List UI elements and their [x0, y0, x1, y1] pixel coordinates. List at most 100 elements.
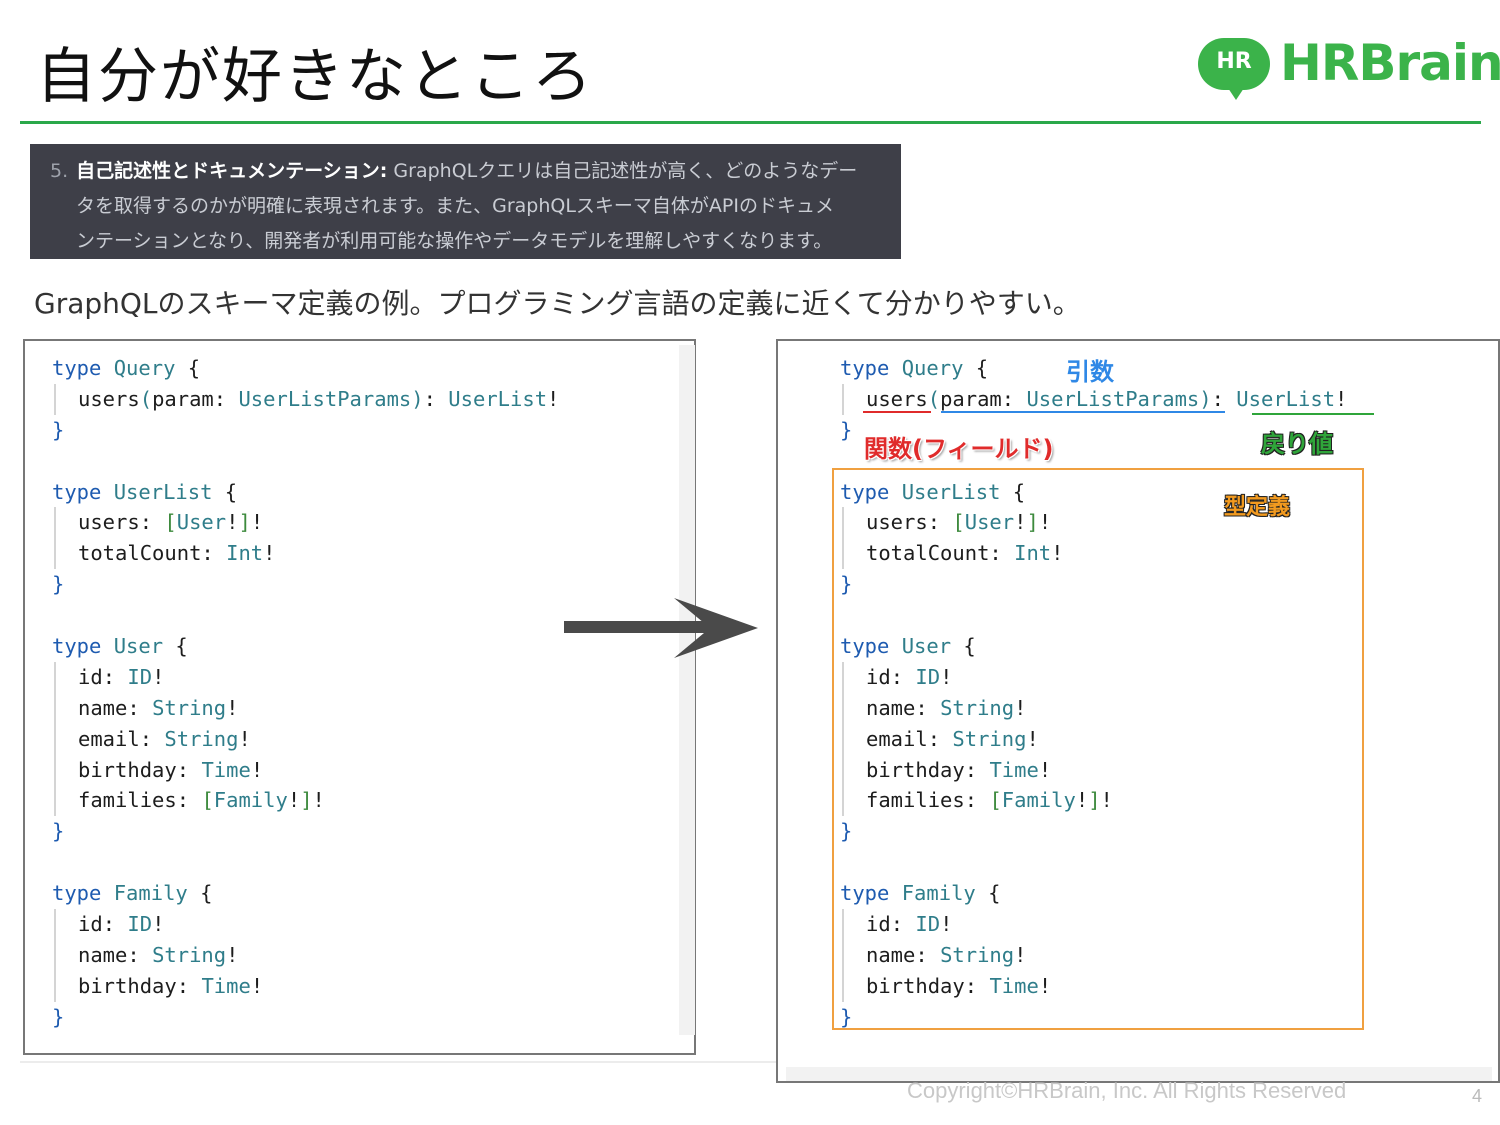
code-colon: : — [127, 695, 153, 720]
code-bang: ! — [250, 510, 264, 535]
code-bang: ! — [312, 788, 325, 813]
field-line: totalCount: Int! — [52, 538, 559, 570]
code-paren: ) — [1199, 386, 1212, 411]
code-bang: ! — [238, 726, 251, 751]
function-field-label: 関数(フィールド) — [864, 435, 1054, 463]
type-header-line: type Query { — [52, 353, 559, 384]
field-type: ID — [127, 912, 153, 937]
type-name: Query — [901, 356, 964, 380]
code-bang: ! — [547, 386, 560, 411]
footer-divider — [20, 1061, 776, 1063]
code-colon: : — [423, 386, 449, 411]
code-colon: : — [139, 510, 165, 535]
code-colon: : — [127, 942, 153, 967]
arg-name: param — [940, 386, 1002, 411]
code-paren: ) — [411, 386, 424, 411]
arg-name: param — [152, 386, 214, 411]
field-type: String — [164, 726, 239, 751]
type-close-line: } — [52, 1002, 559, 1033]
field-type: Time — [201, 973, 251, 998]
field-line: families: [Family!]! — [52, 785, 559, 817]
code-colon: : — [176, 973, 202, 998]
code-bang: ! — [152, 912, 165, 937]
field-line: birthday: Time! — [52, 970, 559, 1002]
type-name: Family — [113, 881, 188, 906]
logo-badge-text: HR — [1216, 49, 1252, 74]
code-bang: ! — [263, 541, 276, 566]
field-line: users: [User!]! — [52, 507, 559, 539]
field-name: users — [78, 386, 140, 411]
argument-label: 引数 — [1066, 358, 1114, 386]
quote-line1-text: GraphQLクエリは自己記述性が高く、どのようなデー — [387, 160, 858, 182]
field-name: users — [866, 386, 928, 411]
code-colon: : — [176, 788, 202, 813]
field-type: Int — [226, 541, 264, 566]
type-keyword: type — [52, 479, 102, 504]
code-bracket: [ — [201, 788, 214, 813]
type-name: Query — [113, 356, 176, 380]
type-header-line: type User { — [52, 631, 559, 662]
code-colon: : — [102, 912, 128, 937]
code-bang: ! — [287, 788, 301, 813]
field-type: User — [176, 510, 227, 535]
field-name: totalCount — [78, 541, 202, 566]
code-bracket: ] — [300, 788, 313, 813]
code-paren: ( — [139, 386, 153, 411]
type-definition-label: 型定義 — [1224, 495, 1291, 520]
code-bang: ! — [226, 695, 239, 720]
function-underline — [863, 411, 931, 413]
code-bang: ! — [1335, 386, 1348, 411]
code-bracket: ] — [238, 510, 251, 535]
code-paren: ( — [927, 386, 941, 411]
return-underline — [1252, 413, 1374, 415]
type-name: UserList — [113, 479, 213, 504]
field-name: email — [78, 726, 140, 751]
field-line: id: ID! — [52, 909, 559, 940]
field-type: Time — [201, 757, 251, 782]
field-name: name — [78, 695, 128, 720]
field-type: UserList — [1236, 386, 1336, 411]
logo-text: HRBrain — [1280, 34, 1500, 92]
code-brace: } — [52, 1004, 65, 1029]
field-line: users(param: UserListParams): UserList! — [52, 383, 560, 415]
field-type: String — [152, 695, 227, 720]
field-type: UserList — [448, 386, 548, 411]
type-close-line: } — [52, 415, 559, 446]
quote-line-2: タを取得するのかが明確に表現されます。また、GraphQLスキーマ自体がAPIの… — [76, 195, 834, 217]
code-brace: } — [840, 417, 853, 442]
quote-line-1: 5. 自己記述性とドキュメンテーション: GraphQLクエリは自己記述性が高く、… — [50, 154, 883, 189]
type-definition-box — [832, 468, 1364, 1030]
arg-type: UserListParams — [238, 386, 412, 411]
type-keyword: type — [52, 356, 102, 380]
field-name: families — [78, 788, 177, 813]
quote-line-3: ンテーションとなり、開発者が利用可能な操作やデータモデルを理解しやすくなります。 — [76, 230, 833, 252]
code-colon: : — [213, 386, 239, 411]
type-close-line: } — [52, 816, 559, 847]
type-header-line: type UserList { — [52, 477, 559, 508]
code-colon: : — [102, 664, 128, 689]
code-bang: ! — [250, 757, 264, 782]
field-line: name: String! — [52, 692, 559, 724]
type-close-line: } — [52, 569, 559, 600]
field-line: email: String! — [52, 723, 559, 755]
code-colon: : — [201, 541, 227, 566]
code-bang: ! — [250, 973, 264, 998]
code-colon: : — [139, 726, 165, 751]
type-header-line: type Family { — [52, 878, 559, 909]
caption: GraphQLのスキーマ定義の例。プログラミング言語の定義に近くて分かりやすい。 — [34, 287, 1081, 320]
field-type: Family — [213, 788, 288, 813]
code-brace: } — [52, 819, 65, 844]
type-keyword: type — [52, 634, 102, 659]
type-keyword: type — [840, 356, 890, 380]
argument-underline — [941, 411, 1225, 413]
hrbrain-logo: HR HRBrain — [1198, 34, 1500, 100]
field-type: String — [152, 942, 227, 967]
code-colon: : — [1001, 386, 1027, 411]
title-divider — [20, 121, 1481, 124]
